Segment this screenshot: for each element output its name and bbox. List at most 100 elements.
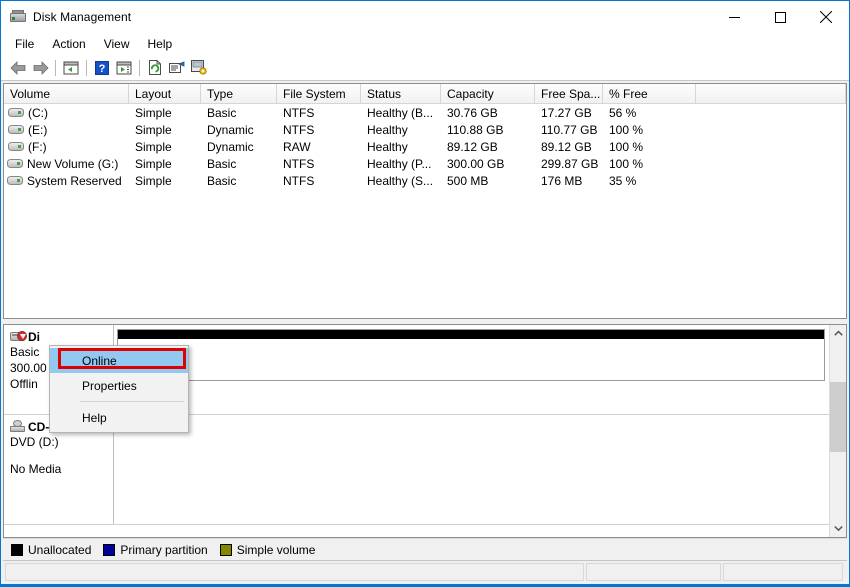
cell-volume: (E:): [28, 123, 47, 137]
cell-file-system: NTFS: [277, 123, 361, 137]
column-header-file-system[interactable]: File System: [277, 84, 361, 103]
legend-swatch-primary-partition: [103, 544, 115, 556]
menu-help[interactable]: Help: [139, 35, 182, 53]
legend-swatch-unallocated: [11, 544, 23, 556]
volume-list-pane: Volume Layout Type File System Status Ca…: [3, 83, 847, 319]
drive-icon: [8, 107, 24, 118]
cell-type: Dynamic: [201, 140, 277, 154]
column-header-volume[interactable]: Volume: [4, 84, 129, 103]
scroll-thumb[interactable]: [830, 382, 846, 452]
properties-icon[interactable]: [166, 57, 188, 79]
cell-percent-free: 100 %: [603, 140, 696, 154]
cell-type: Basic: [201, 106, 277, 120]
drive-icon: [7, 175, 23, 186]
context-menu-item-properties[interactable]: Properties: [50, 373, 188, 398]
cell-file-system: NTFS: [277, 106, 361, 120]
help-icon[interactable]: ?: [91, 57, 113, 79]
refresh-icon[interactable]: [144, 57, 166, 79]
column-header-free-space[interactable]: Free Spa...: [535, 84, 603, 103]
menu-bar: File Action View Help: [1, 33, 849, 55]
cell-volume: (F:): [28, 140, 47, 154]
scroll-up-button[interactable]: [830, 325, 846, 342]
cell-capacity: 30.76 GB: [441, 106, 535, 120]
disk-drive-letter: DVD (D:): [10, 434, 109, 450]
scroll-track[interactable]: [830, 342, 846, 520]
table-row[interactable]: (F:) Simple Dynamic RAW Healthy 89.12 GB…: [4, 138, 846, 155]
column-header-filler[interactable]: [696, 84, 846, 103]
disk-pane-scrollbar[interactable]: [829, 325, 846, 537]
drive-icon: [8, 141, 24, 152]
menu-file[interactable]: File: [6, 35, 43, 53]
up-one-level-icon[interactable]: [60, 57, 82, 79]
window-title: Disk Management: [33, 10, 131, 24]
drive-icon: [8, 124, 24, 135]
context-menu-item-online[interactable]: Online: [50, 348, 188, 373]
disk-partitions-0: [114, 325, 829, 414]
column-header-type[interactable]: Type: [201, 84, 277, 103]
cell-percent-free: 100 %: [603, 123, 696, 137]
partition-body: [118, 339, 824, 380]
partition-none: [117, 419, 825, 471]
cell-type: Dynamic: [201, 123, 277, 137]
legend-label-simple-volume: Simple volume: [237, 543, 316, 557]
cell-layout: Simple: [129, 123, 201, 137]
menu-view[interactable]: View: [95, 35, 139, 53]
cell-status: Healthy: [361, 140, 441, 154]
cell-free-space: 89.12 GB: [535, 140, 603, 154]
toolbar: ?: [1, 55, 849, 81]
client-area: Volume Layout Type File System Status Ca…: [1, 81, 849, 584]
partition-unallocated[interactable]: [117, 329, 825, 381]
volume-list-header: Volume Layout Type File System Status Ca…: [4, 84, 846, 104]
cell-free-space: 110.77 GB: [535, 123, 603, 137]
disk-name: Di: [28, 330, 40, 344]
cell-status: Healthy: [361, 123, 441, 137]
back-icon[interactable]: [7, 57, 29, 79]
cell-volume: New Volume (G:): [27, 157, 118, 171]
cell-layout: Simple: [129, 174, 201, 188]
toolbar-separator: [86, 60, 87, 76]
legend-swatch-simple-volume: [220, 544, 232, 556]
table-row[interactable]: (E:) Simple Dynamic NTFS Healthy 110.88 …: [4, 121, 846, 138]
status-pane-main: [5, 563, 584, 581]
toolbar-separator: [55, 60, 56, 76]
cell-percent-free: 100 %: [603, 157, 696, 171]
column-header-status[interactable]: Status: [361, 84, 441, 103]
disk-status: No Media: [10, 461, 109, 477]
window-controls: [711, 1, 849, 33]
show-hide-console-tree-icon[interactable]: [113, 57, 135, 79]
cell-volume: (C:): [28, 106, 48, 120]
cell-status: Healthy (S...: [361, 174, 441, 188]
menu-action[interactable]: Action: [43, 35, 94, 53]
cell-free-space: 17.27 GB: [535, 106, 603, 120]
legend-item-simple-volume: Simple volume: [220, 543, 316, 557]
maximize-button[interactable]: [757, 1, 803, 33]
cell-file-system: NTFS: [277, 174, 361, 188]
scroll-down-button[interactable]: [830, 520, 846, 537]
column-header-layout[interactable]: Layout: [129, 84, 201, 103]
disk-management-icon: [10, 9, 26, 25]
cell-file-system: NTFS: [277, 157, 361, 171]
minimize-button[interactable]: [711, 1, 757, 33]
cell-layout: Simple: [129, 157, 201, 171]
offline-disk-icon: [10, 330, 27, 344]
title-bar: Disk Management: [1, 1, 849, 33]
cell-capacity: 110.88 GB: [441, 123, 535, 137]
cell-layout: Simple: [129, 106, 201, 120]
legend-item-unallocated: Unallocated: [11, 543, 91, 557]
svg-text:?: ?: [99, 63, 106, 75]
status-pane-tertiary: [723, 563, 843, 581]
status-pane-secondary: [586, 563, 721, 581]
cell-file-system: RAW: [277, 140, 361, 154]
cell-status: Healthy (B...: [361, 106, 441, 120]
context-menu-item-help[interactable]: Help: [50, 405, 188, 430]
cell-status: Healthy (P...: [361, 157, 441, 171]
disk-management-window: Disk Management File Action View Help: [0, 0, 850, 587]
column-header-capacity[interactable]: Capacity: [441, 84, 535, 103]
table-row[interactable]: New Volume (G:) Simple Basic NTFS Health…: [4, 155, 846, 172]
table-row[interactable]: (C:) Simple Basic NTFS Healthy (B... 30.…: [4, 104, 846, 121]
close-button[interactable]: [803, 1, 849, 33]
column-header-percent-free[interactable]: % Free: [603, 84, 696, 103]
table-row[interactable]: System Reserved Simple Basic NTFS Health…: [4, 172, 846, 189]
forward-icon[interactable]: [29, 57, 51, 79]
rescan-disks-icon[interactable]: [188, 57, 210, 79]
